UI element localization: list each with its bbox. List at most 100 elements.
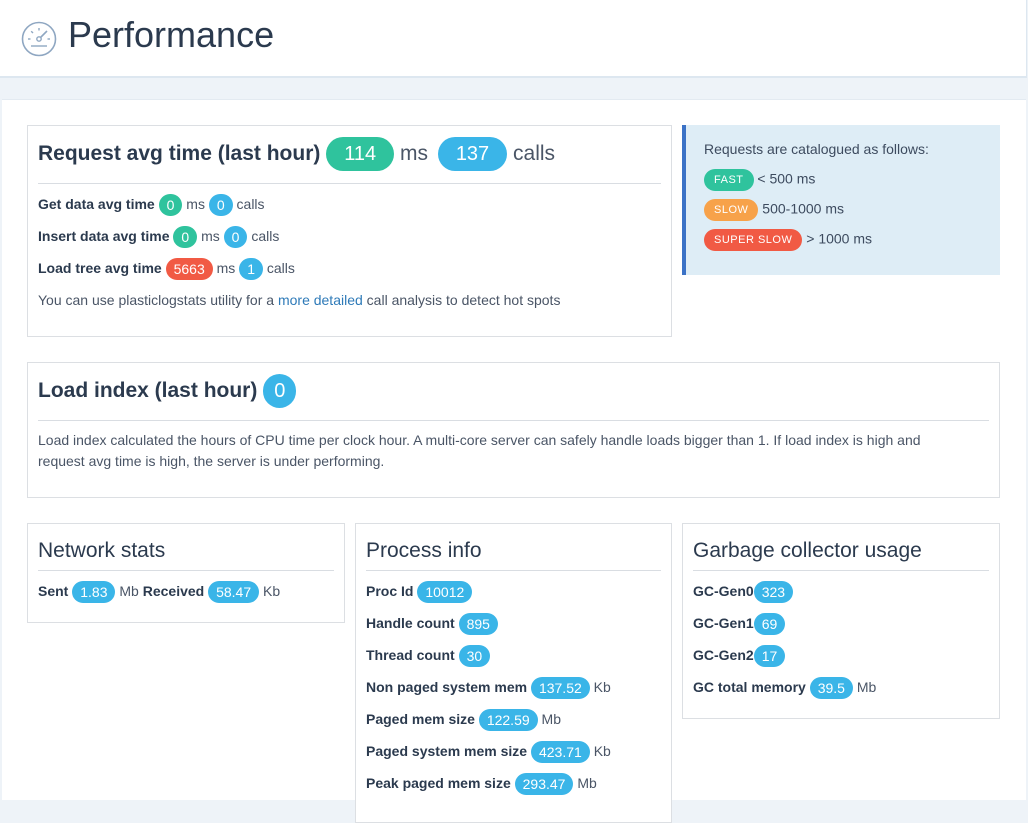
network-stats-card: Network stats Sent 1.83 Mb Received 58.4… [27, 523, 345, 623]
insert-data-ms: 0 [173, 226, 198, 249]
gc-gen0-value: 323 [753, 581, 794, 604]
gc-total-value: 39.5 [809, 677, 853, 700]
more-detailed-link[interactable]: more detailed [278, 292, 363, 308]
note-text: You can use plasticlogstats utility for … [38, 292, 278, 308]
gc-gen2-value: 17 [753, 645, 786, 668]
peak-paged-mem-value: 293.47 [514, 773, 574, 796]
note-text: call analysis to detect hot spots [362, 292, 561, 308]
ms-unit: ms [216, 260, 236, 276]
request-calls-unit: calls [513, 142, 556, 165]
thread-count-row: Thread count 30 [366, 643, 491, 668]
gauge-icon [21, 21, 57, 57]
process-info-title: Process info [366, 539, 482, 562]
sent-label: Sent [38, 583, 69, 599]
fast-tag: FAST [704, 169, 754, 191]
paged-system-mem-label: Paged system mem size [366, 743, 528, 759]
calls-unit: calls [236, 196, 265, 212]
divider [38, 570, 334, 571]
get-data-row: Get data avg time 0 ms 0 calls [38, 192, 265, 217]
load-tree-calls: 1 [239, 258, 263, 281]
sent-value: 1.83 [72, 581, 116, 604]
received-value: 58.47 [208, 581, 260, 604]
request-avg-value: 114 [326, 137, 395, 172]
peak-paged-mem-row: Peak paged mem size 293.47 Mb [366, 771, 597, 796]
non-paged-mem-label: Non paged system mem [366, 679, 528, 695]
request-avg-header: Request avg time (last hour) 114 ms 137 … [38, 136, 555, 172]
paged-mem-row: Paged mem size 122.59 Mb [366, 707, 561, 732]
gc-gen2-label: GC-Gen2 [693, 647, 754, 663]
divider [693, 570, 989, 571]
gc-gen1-value: 69 [753, 613, 786, 636]
divider [366, 570, 661, 571]
request-avg-title: Request avg time (last hour) [38, 142, 321, 165]
paged-mem-label: Paged mem size [366, 711, 475, 727]
request-avg-card: Request avg time (last hour) 114 ms 137 … [27, 125, 672, 337]
thread-count-label: Thread count [366, 647, 455, 663]
divider [38, 420, 989, 421]
gc-usage-title: Garbage collector usage [693, 539, 922, 562]
paged-mem-unit: Mb [541, 711, 561, 727]
insert-data-calls: 0 [223, 226, 248, 249]
divider [38, 183, 661, 184]
paged-mem-value: 122.59 [478, 709, 538, 732]
fast-text: < 500 ms [757, 170, 816, 187]
get-data-ms: 0 [158, 194, 183, 217]
page-title: Performance [68, 14, 275, 55]
proc-id-row: Proc Id 10012 [366, 579, 473, 604]
load-index-value: 0 [263, 374, 297, 409]
gc-total-unit: Mb [856, 679, 877, 695]
request-calls-value: 137 [437, 137, 508, 172]
gc-gen1-row: GC-Gen1 69 [693, 611, 786, 636]
load-tree-label: Load tree avg time [38, 260, 162, 276]
paged-system-mem-row: Paged system mem size 423.71 Kb [366, 739, 611, 764]
slow-tag: SLOW [704, 199, 759, 221]
ms-unit: ms [186, 196, 205, 212]
paged-system-mem-value: 423.71 [530, 741, 590, 764]
gc-gen1-label: GC-Gen1 [693, 615, 754, 631]
catalog-info-panel: Requests are catalogued as follows: FAST… [682, 125, 1000, 275]
gc-total-label: GC total memory [693, 679, 806, 695]
gc-usage-card: Garbage collector usage GC-Gen0 323 GC-Ge… [682, 523, 1000, 719]
network-stats-title: Network stats [38, 539, 166, 562]
get-data-calls: 0 [208, 194, 233, 217]
received-unit: Kb [263, 583, 281, 599]
load-index-card: Load index (last hour) 0 Load index calc… [27, 362, 1000, 498]
handle-count-label: Handle count [366, 615, 455, 631]
slow-text: 500-1000 ms [762, 200, 845, 217]
peak-paged-mem-unit: Mb [577, 775, 597, 791]
request-note: You can use plasticlogstats utility for … [38, 288, 560, 312]
insert-data-label: Insert data avg time [38, 228, 170, 244]
insert-data-row: Insert data avg time 0 ms 0 calls [38, 224, 279, 249]
catalog-intro: Requests are catalogued as follows: [704, 141, 929, 157]
get-data-label: Get data avg time [38, 196, 155, 212]
ms-unit: ms [201, 228, 220, 244]
non-paged-mem-value: 137.52 [530, 677, 590, 700]
process-info-card: Process info Proc Id 10012 Handle count … [355, 523, 672, 823]
load-tree-row: Load tree avg time 5663 ms 1 calls [38, 256, 295, 281]
super-slow-tag: SUPER SLOW [704, 229, 803, 251]
handle-count-value: 895 [458, 613, 498, 636]
load-index-title: Load index (last hour) [38, 379, 258, 402]
load-tree-ms: 5663 [165, 258, 213, 281]
load-index-header: Load index (last hour) 0 [38, 373, 297, 409]
thread-count-value: 30 [458, 645, 491, 668]
request-avg-unit: ms [399, 142, 428, 165]
page-header: Performance [0, 0, 1027, 78]
non-paged-mem-row: Non paged system mem 137.52 Kb [366, 675, 611, 700]
gc-gen0-row: GC-Gen0 323 [693, 579, 794, 604]
super-slow-text: > 1000 ms [806, 230, 873, 247]
gc-total-row: GC total memory 39.5 Mb [693, 675, 877, 700]
sent-unit: Mb [119, 583, 139, 599]
proc-id-value: 10012 [417, 581, 473, 604]
received-label: Received [142, 583, 205, 599]
handle-count-row: Handle count 895 [366, 611, 498, 636]
catalog-super-row: SUPER SLOW > 1000 ms [704, 229, 872, 251]
gc-gen0-label: GC-Gen0 [693, 583, 754, 599]
non-paged-mem-unit: Kb [593, 679, 611, 695]
gc-gen2-row: GC-Gen2 17 [693, 643, 786, 668]
peak-paged-mem-label: Peak paged mem size [366, 775, 511, 791]
paged-system-mem-unit: Kb [593, 743, 611, 759]
proc-id-label: Proc Id [366, 583, 414, 599]
load-index-desc-2: request avg time is high, the server is … [38, 453, 385, 469]
calls-unit: calls [266, 260, 295, 276]
